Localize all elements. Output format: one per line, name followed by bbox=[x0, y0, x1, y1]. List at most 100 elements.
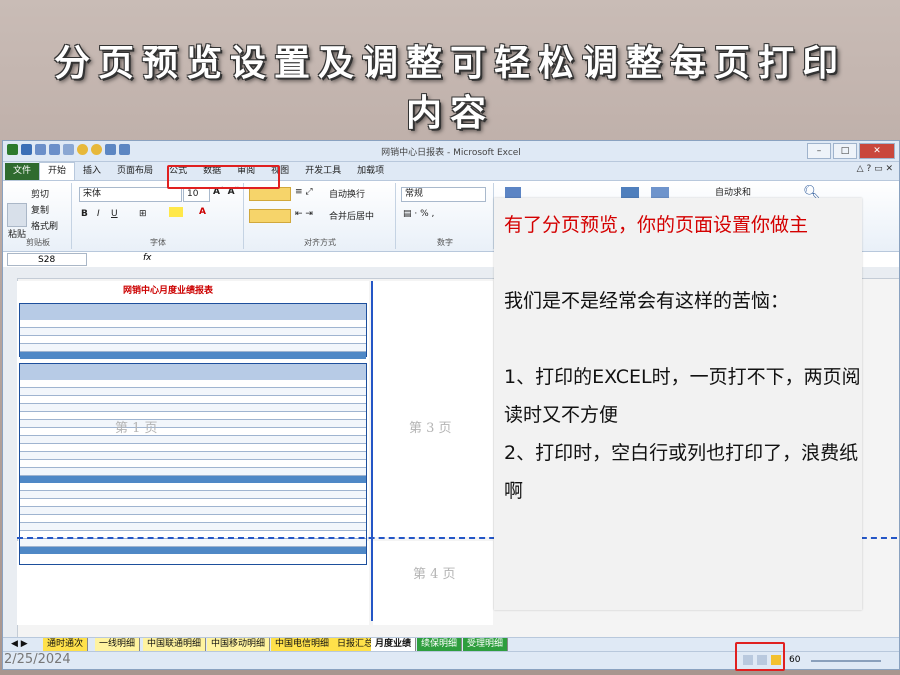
table-row bbox=[20, 483, 366, 491]
highlight-view-buttons bbox=[735, 642, 785, 671]
tab-file[interactable]: 文件 bbox=[5, 163, 40, 180]
table-row bbox=[20, 452, 366, 460]
top-align-icon[interactable] bbox=[249, 187, 291, 201]
tab-page-layout[interactable]: 页面布局 bbox=[109, 163, 161, 180]
number-format-select[interactable]: 常规 bbox=[401, 187, 486, 202]
table-row bbox=[20, 420, 366, 428]
summary-table bbox=[19, 303, 367, 359]
font-group: 宋体 10 A˄ A˅ B I U ⊞ A 字体 bbox=[73, 183, 244, 249]
merge-center-button[interactable]: 合并后居中 bbox=[329, 209, 374, 222]
note-line-3: 2、打印时，空白行或列也打印了，浪费纸啊 bbox=[504, 442, 859, 502]
sheet-tab[interactable]: 通时通次 bbox=[43, 638, 89, 651]
clipboard-group: 粘贴 剪切 复制 格式刷 剪贴板 bbox=[5, 183, 72, 249]
sheet-tab-active[interactable]: 月度业绩 bbox=[371, 638, 417, 651]
table-row bbox=[20, 380, 366, 388]
row-header bbox=[3, 278, 18, 637]
name-box[interactable]: S28 bbox=[7, 253, 87, 266]
report-title: 网销中心月度业绩报表 bbox=[123, 286, 214, 296]
tab-insert[interactable]: 插入 bbox=[75, 163, 109, 180]
minimize-button[interactable]: – bbox=[807, 143, 831, 159]
table-row bbox=[20, 396, 366, 404]
table-row bbox=[20, 344, 366, 352]
page-label-3: 第 3 页 bbox=[409, 421, 452, 436]
table-row bbox=[20, 336, 366, 344]
font-label: 字体 bbox=[150, 238, 166, 247]
summary-table-header bbox=[20, 304, 366, 320]
table-row bbox=[20, 412, 366, 420]
copy-button[interactable]: 复制 bbox=[31, 203, 49, 216]
font-name-select[interactable]: 宋体 bbox=[79, 187, 182, 202]
bold-button[interactable]: B bbox=[81, 209, 88, 219]
detail-table-header bbox=[20, 364, 366, 380]
fx-icon: fx bbox=[143, 253, 152, 263]
sheet-tab[interactable]: 受理明细 bbox=[463, 638, 509, 651]
indent-icon[interactable]: ⇤ ⇥ bbox=[295, 209, 313, 219]
table-row bbox=[20, 499, 366, 507]
underline-button[interactable]: U bbox=[111, 209, 118, 219]
autosum-button[interactable]: 自动求和 bbox=[715, 185, 751, 198]
table-row bbox=[20, 539, 366, 547]
table-row bbox=[20, 404, 366, 412]
highlight-formula-data-review-tabs bbox=[167, 165, 280, 189]
sheet-tab[interactable]: 一线明细 bbox=[95, 638, 141, 651]
total-row bbox=[20, 547, 366, 554]
ribbon-tabs: 文件 开始 插入 页面布局 公式 数据 审阅 视图 开发工具 加载项 △ ? ▭… bbox=[3, 162, 899, 181]
tab-addins[interactable]: 加载项 bbox=[349, 163, 392, 180]
table-row bbox=[20, 444, 366, 452]
wrap-text-button[interactable]: 自动换行 bbox=[329, 187, 365, 200]
page-label-4: 第 4 页 bbox=[413, 567, 456, 582]
zoom-slider[interactable] bbox=[811, 660, 881, 662]
border-icon[interactable]: ⊞ bbox=[139, 209, 147, 219]
clipboard-label: 剪贴板 bbox=[26, 238, 50, 247]
vertical-page-break[interactable] bbox=[371, 281, 373, 621]
page-4-area bbox=[373, 541, 493, 625]
table-row bbox=[20, 468, 366, 476]
tab-home[interactable]: 开始 bbox=[39, 162, 76, 180]
note-heading: 有了分页预览，你的页面设置你做主 bbox=[504, 214, 809, 236]
window-controls: – □ ✕ bbox=[807, 143, 895, 159]
note-line-1: 我们是不是经常会有这样的苦恼： bbox=[504, 290, 790, 312]
sheet-tab[interactable]: 中国电信明细 bbox=[271, 638, 335, 651]
table-row bbox=[20, 460, 366, 468]
center-align-icon[interactable] bbox=[249, 209, 291, 223]
table-row bbox=[20, 428, 366, 436]
italic-button[interactable]: I bbox=[97, 209, 100, 219]
table-row bbox=[20, 436, 366, 444]
orientation-icon[interactable]: ≡ ⤢ bbox=[295, 187, 313, 197]
format-painter-button[interactable]: 格式刷 bbox=[31, 219, 58, 232]
alignment-label: 对齐方式 bbox=[304, 238, 336, 247]
window-title: 网销中心日报表 - Microsoft Excel bbox=[381, 148, 521, 158]
fill-color-icon[interactable] bbox=[169, 207, 183, 217]
number-label: 数字 bbox=[437, 238, 453, 247]
summary-total-row bbox=[20, 352, 366, 359]
table-row bbox=[20, 320, 366, 328]
page-3-area bbox=[373, 281, 493, 537]
sheet-tab[interactable]: 续保明细 bbox=[417, 638, 463, 651]
note-line-2: 1、打印的EXCEL时，一页打不下，两页阅读时又不方便 bbox=[504, 366, 861, 426]
table-row bbox=[20, 507, 366, 515]
page-label-1: 第 1 页 bbox=[115, 421, 158, 436]
zoom-level[interactable]: 60 bbox=[789, 655, 800, 665]
note-panel: 有了分页预览，你的页面设置你做主 我们是不是经常会有这样的苦恼： 1、打印的EX… bbox=[494, 198, 862, 610]
cut-button[interactable]: 剪切 bbox=[31, 187, 49, 200]
alignment-group: ≡ ⤢ 自动换行 ⇤ ⇥ 合并后居中 对齐方式 bbox=[245, 183, 396, 249]
maximize-button[interactable]: □ bbox=[833, 143, 857, 159]
subtotal-row bbox=[20, 476, 366, 483]
font-color-icon[interactable]: A bbox=[199, 207, 206, 217]
table-row bbox=[20, 491, 366, 499]
sheet-nav-icon[interactable]: ◀ ▶ bbox=[7, 638, 32, 651]
sheet-tab[interactable]: 中国联通明细 bbox=[143, 638, 207, 651]
font-size-select[interactable]: 10 bbox=[183, 187, 210, 202]
help-icon[interactable]: △ ? ▭ ✕ bbox=[857, 164, 893, 174]
table-row bbox=[20, 523, 366, 531]
title-bar: 网销中心日报表 - Microsoft Excel – □ ✕ bbox=[3, 141, 899, 162]
tab-developer[interactable]: 开发工具 bbox=[297, 163, 349, 180]
sheet-tab[interactable]: 中国移动明细 bbox=[207, 638, 271, 651]
table-row bbox=[20, 328, 366, 336]
paste-icon[interactable] bbox=[7, 203, 27, 227]
table-row bbox=[20, 388, 366, 396]
close-button[interactable]: ✕ bbox=[859, 143, 895, 159]
number-group: 常规 ▤ · % , 数字 bbox=[397, 183, 494, 249]
percent-icon[interactable]: ▤ · % , bbox=[403, 209, 434, 219]
table-row bbox=[20, 515, 366, 523]
